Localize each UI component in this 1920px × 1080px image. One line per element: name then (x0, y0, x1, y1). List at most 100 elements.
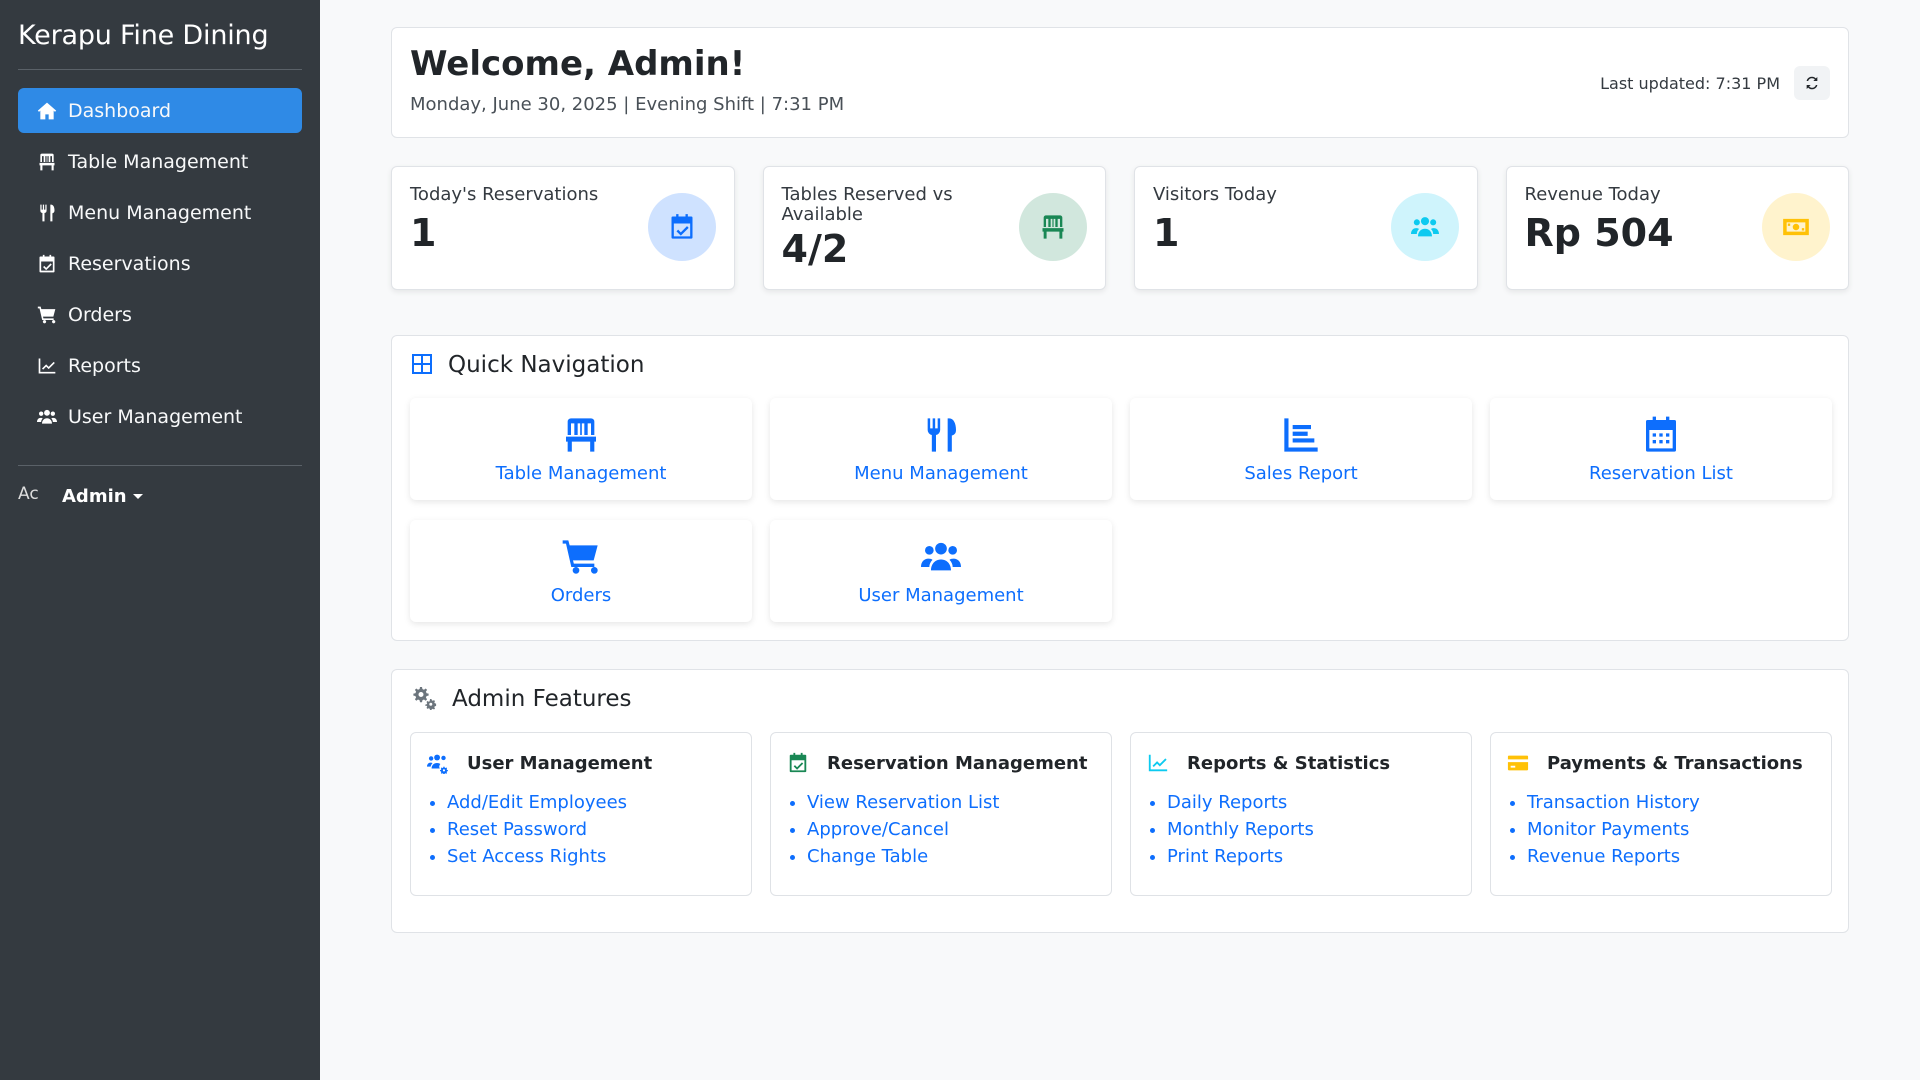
admin-card-title: Payments & Transactions (1547, 752, 1803, 774)
admin-features-grid: User Management Add/Edit Employees Reset… (410, 732, 1832, 896)
admin-card-title: Reports & Statistics (1187, 752, 1391, 774)
admin-card-links: Daily Reports Monthly Reports Print Repo… (1147, 789, 1455, 870)
link-set-access-rights[interactable]: Set Access Rights (447, 843, 735, 870)
calendar-check-icon (787, 751, 813, 775)
quick-nav-reservation-list[interactable]: Reservation List (1490, 398, 1832, 500)
chair-icon (1019, 193, 1087, 261)
sidebar-divider (18, 465, 302, 466)
admin-card-payments-transactions: Payments & Transactions Transaction Hist… (1490, 732, 1832, 896)
utensils-icon (36, 202, 58, 224)
stat-label: Visitors Today (1153, 184, 1277, 205)
link-approve-cancel[interactable]: Approve/Cancel (807, 816, 1095, 843)
sidebar-divider (18, 69, 302, 70)
chart-bar-icon (1281, 415, 1321, 455)
chart-line-icon (36, 355, 58, 377)
avatar: Ac (18, 484, 39, 504)
sidebar-item-label: Dashboard (68, 99, 172, 122)
link-change-table[interactable]: Change Table (807, 843, 1095, 870)
admin-card-reports-statistics: Reports & Statistics Daily Reports Month… (1130, 732, 1472, 896)
cogs-icon (410, 686, 440, 712)
link-monitor-payments[interactable]: Monitor Payments (1527, 816, 1815, 843)
sidebar-item-label: Menu Management (68, 201, 252, 224)
sidebar-item-table-management[interactable]: Table Management (18, 139, 302, 184)
cart-icon (561, 537, 601, 577)
sidebar-item-menu-management[interactable]: Menu Management (18, 190, 302, 235)
sidebar: Kerapu Fine Dining Dashboard Table Manag… (0, 0, 320, 1080)
sidebar-item-label: User Management (68, 405, 243, 428)
section-title: Admin Features (410, 686, 1830, 712)
tile-label: Orders (550, 584, 612, 606)
users-cog-icon (427, 751, 453, 775)
link-transaction-history[interactable]: Transaction History (1527, 789, 1815, 816)
link-daily-reports[interactable]: Daily Reports (1167, 789, 1455, 816)
grid-icon (410, 352, 436, 378)
quick-nav-orders[interactable]: Orders (410, 520, 752, 622)
section-title-text: Admin Features (452, 686, 632, 712)
stat-card-tables: Tables Reserved vs Available 4/2 (762, 166, 1106, 290)
link-revenue-reports[interactable]: Revenue Reports (1527, 843, 1815, 870)
quick-nav-menu-management[interactable]: Menu Management (770, 398, 1112, 500)
sidebar-item-label: Table Management (68, 150, 249, 173)
quick-nav-table-management[interactable]: Table Management (410, 398, 752, 500)
stat-label: Today's Reservations (410, 184, 599, 205)
admin-card-header: User Management (427, 751, 735, 775)
brand-title[interactable]: Kerapu Fine Dining (18, 18, 302, 69)
sidebar-item-label: Reports (68, 354, 141, 377)
quick-navigation-section: Quick Navigation Table Management Menu M… (391, 335, 1849, 641)
link-reset-password[interactable]: Reset Password (447, 816, 735, 843)
tile-label: Menu Management (854, 462, 1028, 484)
sidebar-item-label: Orders (68, 303, 132, 326)
quick-nav-user-management[interactable]: User Management (770, 520, 1112, 622)
users-icon (1390, 193, 1459, 261)
refresh-button[interactable] (1794, 66, 1830, 100)
money-bill-icon (1762, 193, 1830, 261)
users-icon (921, 537, 961, 577)
caret-down-icon (132, 493, 143, 499)
chair-icon (36, 151, 58, 173)
stat-label: Revenue Today (1524, 184, 1661, 205)
sidebar-item-reservations[interactable]: Reservations (18, 241, 302, 286)
sidebar-nav: Dashboard Table Management Menu Manageme… (18, 88, 302, 439)
users-icon (36, 406, 58, 428)
calendar-check-icon (36, 253, 58, 275)
sidebar-item-orders[interactable]: Orders (18, 292, 302, 337)
last-updated: Last updated: 7:31 PM (1600, 66, 1830, 100)
last-updated-text: Last updated: 7:31 PM (1600, 73, 1780, 93)
tile-label: Reservation List (1589, 462, 1733, 484)
refresh-icon (1804, 75, 1820, 91)
cart-icon (36, 304, 58, 326)
stat-card-revenue: Revenue Today Rp 504 (1505, 166, 1849, 290)
stat-card-reservations: Today's Reservations 1 (391, 166, 735, 290)
link-add-edit-employees[interactable]: Add/Edit Employees (447, 789, 735, 816)
admin-card-title: User Management (467, 752, 653, 774)
link-view-reservation-list[interactable]: View Reservation List (807, 789, 1095, 816)
admin-card-links: Add/Edit Employees Reset Password Set Ac… (427, 789, 735, 870)
user-dropdown[interactable]: Ac Admin (18, 484, 302, 508)
chair-icon (561, 415, 601, 455)
home-icon (36, 100, 58, 122)
admin-card-header: Payments & Transactions (1507, 751, 1815, 775)
chart-line-icon (1147, 751, 1173, 775)
link-monthly-reports[interactable]: Monthly Reports (1167, 816, 1455, 843)
admin-features-section: Admin Features User Management Add/Edit … (391, 669, 1849, 933)
tile-label: User Management (858, 584, 1024, 606)
stats-row: Today's Reservations 1 Tables Reserved v… (391, 166, 1849, 290)
main-content: Welcome, Admin! Monday, June 30, 2025 | … (391, 27, 1849, 933)
sidebar-item-label: Reservations (68, 252, 191, 275)
tile-label: Table Management (495, 462, 667, 484)
section-title-text: Quick Navigation (448, 352, 645, 378)
sidebar-item-dashboard[interactable]: Dashboard (18, 88, 302, 133)
stat-card-visitors: Visitors Today 1 (1134, 166, 1478, 290)
tile-label: Sales Report (1244, 462, 1358, 484)
quick-nav-grid: Table Management Menu Management Sales R… (410, 398, 1832, 622)
credit-card-icon (1507, 751, 1533, 775)
link-print-reports[interactable]: Print Reports (1167, 843, 1455, 870)
sidebar-item-reports[interactable]: Reports (18, 343, 302, 388)
admin-card-header: Reservation Management (787, 751, 1095, 775)
user-name: Admin (62, 485, 127, 507)
section-title: Quick Navigation (410, 352, 1830, 378)
quick-nav-sales-report[interactable]: Sales Report (1130, 398, 1472, 500)
admin-card-header: Reports & Statistics (1147, 751, 1455, 775)
utensils-icon (921, 415, 961, 455)
sidebar-item-user-management[interactable]: User Management (18, 394, 302, 439)
